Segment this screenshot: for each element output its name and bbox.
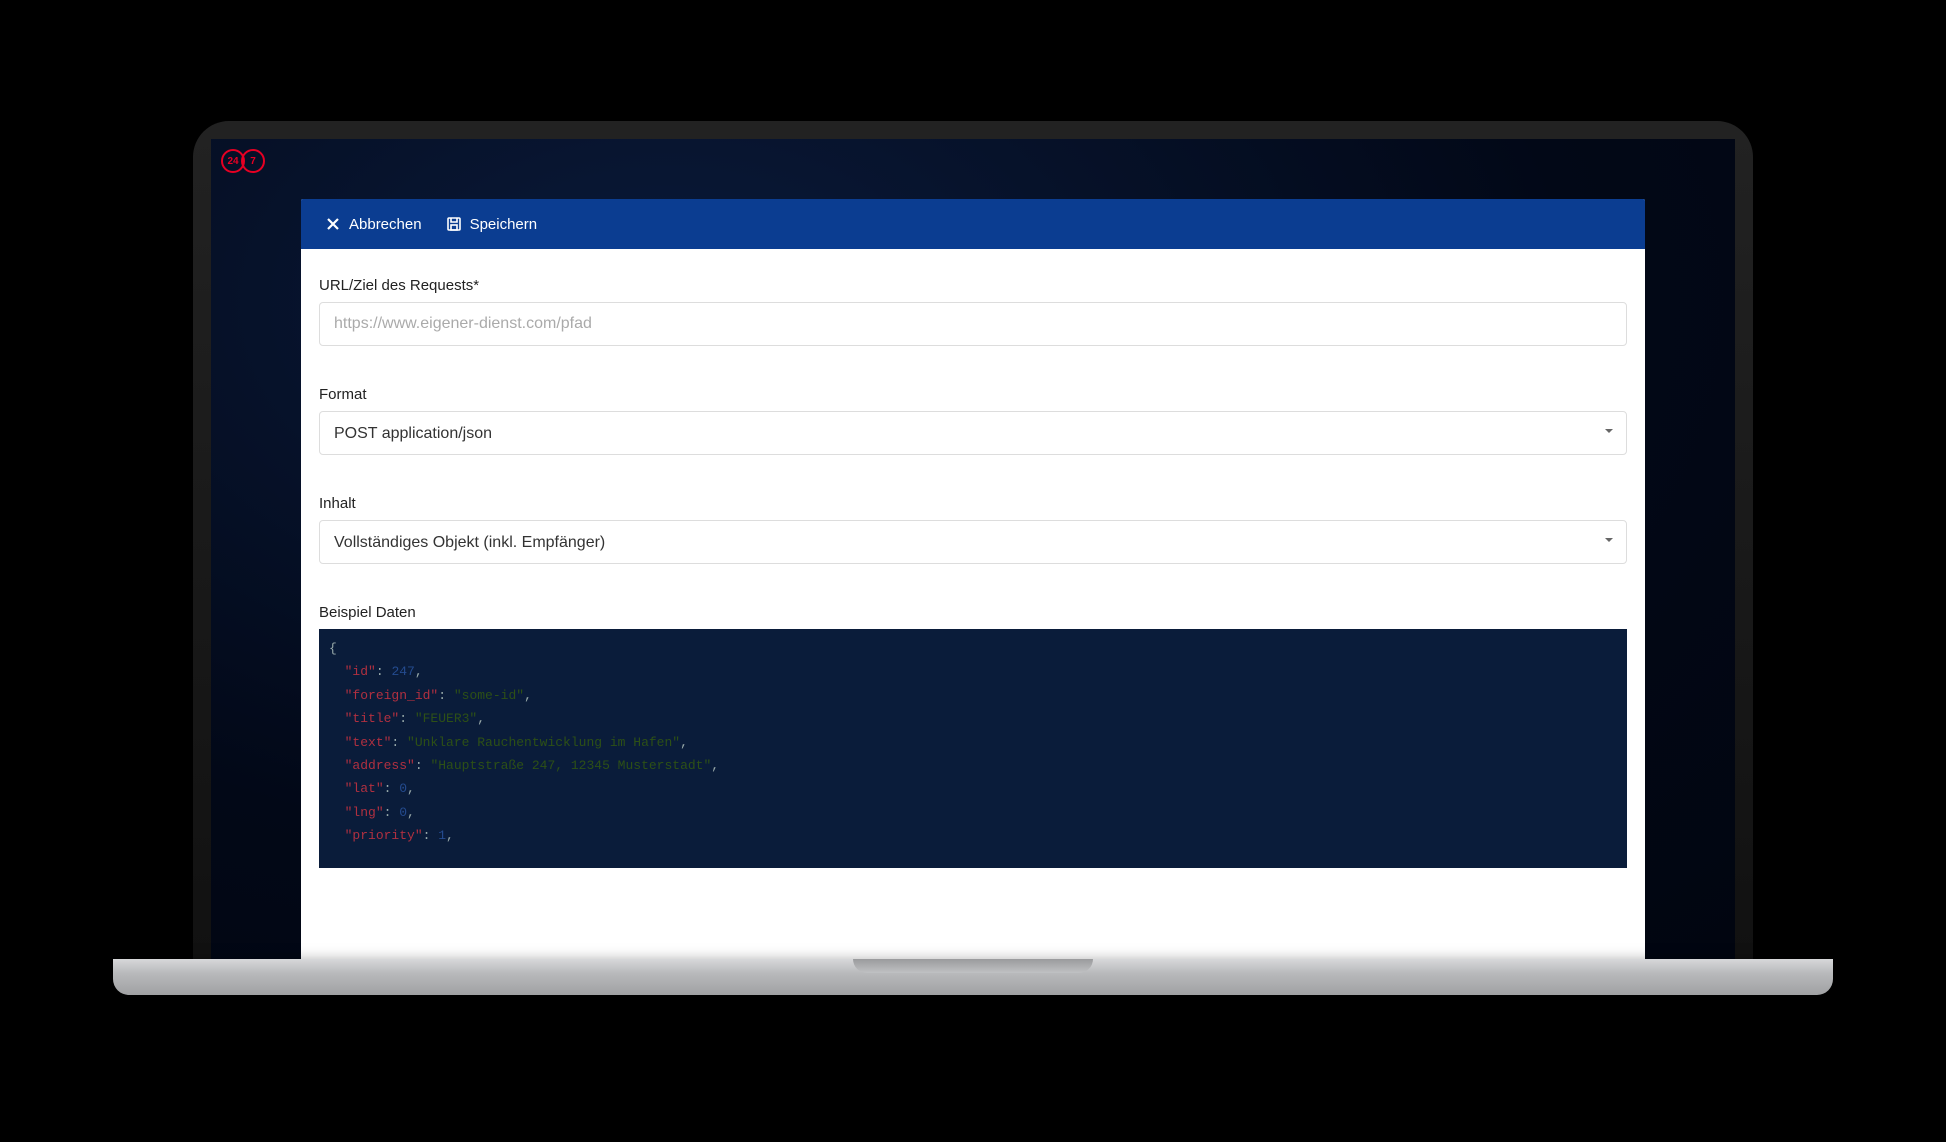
code-key: "foreign_id": [345, 688, 439, 703]
code-colon: :: [391, 735, 407, 750]
close-icon: [325, 216, 341, 232]
code-line: "title": "FEUER3",: [329, 707, 1617, 730]
code-value: 1: [438, 828, 446, 843]
code-colon: :: [415, 758, 431, 773]
url-field-group: URL/Ziel des Requests*: [319, 277, 1627, 346]
laptop-notch: [853, 959, 1093, 973]
code-value: 0: [399, 805, 407, 820]
code-colon: :: [384, 781, 400, 796]
code-value: "Hauptstraße 247, 12345 Musterstadt": [430, 758, 711, 773]
logo-right-circle: 7: [241, 149, 265, 173]
code-key: "text": [345, 735, 392, 750]
code-key: "lng": [345, 805, 384, 820]
code-colon: :: [384, 805, 400, 820]
url-label: URL/Ziel des Requests*: [319, 277, 1627, 294]
code-value: "Unklare Rauchentwicklung im Hafen": [407, 735, 680, 750]
laptop-shadow: [93, 991, 1853, 1021]
code-key: "title": [345, 711, 400, 726]
code-colon: :: [376, 664, 392, 679]
code-line: "foreign_id": "some-id",: [329, 684, 1617, 707]
save-button-label: Speichern: [470, 216, 538, 233]
code-line: "id": 247,: [329, 660, 1617, 683]
content-field-group: Inhalt Vollständiges Objekt (inkl. Empfä…: [319, 495, 1627, 564]
code-comma: ,: [407, 805, 415, 820]
save-icon: [446, 216, 462, 232]
code-colon: :: [423, 828, 439, 843]
laptop-screen: 24 7 Abbrechen Speichern: [211, 139, 1735, 959]
code-key: "id": [345, 664, 376, 679]
example-code-block: { "id": 247, "foreign_id": "some-id", "t…: [319, 629, 1627, 868]
laptop-bezel: 24 7 Abbrechen Speichern: [193, 121, 1753, 959]
code-comma: ,: [680, 735, 688, 750]
code-value: "some-id": [454, 688, 524, 703]
toolbar: Abbrechen Speichern: [301, 199, 1645, 249]
laptop-mockup-frame: 24 7 Abbrechen Speichern: [193, 121, 1753, 1021]
code-line: "priority": 1,: [329, 824, 1617, 847]
code-comma: ,: [524, 688, 532, 703]
code-key: "lat": [345, 781, 384, 796]
code-comma: ,: [407, 781, 415, 796]
laptop-base: [113, 959, 1833, 995]
code-value: 247: [391, 664, 414, 679]
code-key: "priority": [345, 828, 423, 843]
code-line: "lat": 0,: [329, 777, 1617, 800]
content-select[interactable]: Vollständiges Objekt (inkl. Empfänger): [319, 520, 1627, 564]
url-input[interactable]: [319, 302, 1627, 346]
code-value: "FEUER3": [415, 711, 477, 726]
form-panel: Abbrechen Speichern URL/Ziel des Request…: [301, 199, 1645, 959]
code-colon: :: [399, 711, 415, 726]
example-data-section: Beispiel Daten { "id": 247, "foreign_id"…: [319, 604, 1627, 868]
cancel-button[interactable]: Abbrechen: [313, 208, 434, 241]
cancel-button-label: Abbrechen: [349, 216, 422, 233]
format-select[interactable]: POST application/json: [319, 411, 1627, 455]
app-logo: 24 7: [221, 149, 275, 177]
format-field-group: Format POST application/json: [319, 386, 1627, 455]
code-key: "address": [345, 758, 415, 773]
code-value: 0: [399, 781, 407, 796]
form-body: URL/Ziel des Requests* Format POST appli…: [301, 249, 1645, 868]
save-button[interactable]: Speichern: [434, 208, 550, 241]
code-comma: ,: [446, 828, 454, 843]
format-label: Format: [319, 386, 1627, 403]
code-line: "lng": 0,: [329, 801, 1617, 824]
code-brace: {: [329, 641, 337, 656]
content-label: Inhalt: [319, 495, 1627, 512]
code-comma: ,: [415, 664, 423, 679]
code-colon: :: [438, 688, 454, 703]
code-comma: ,: [477, 711, 485, 726]
code-line: "text": "Unklare Rauchentwicklung im Haf…: [329, 731, 1617, 754]
code-comma: ,: [711, 758, 719, 773]
code-line: "address": "Hauptstraße 247, 12345 Muste…: [329, 754, 1617, 777]
example-data-label: Beispiel Daten: [319, 604, 1627, 621]
